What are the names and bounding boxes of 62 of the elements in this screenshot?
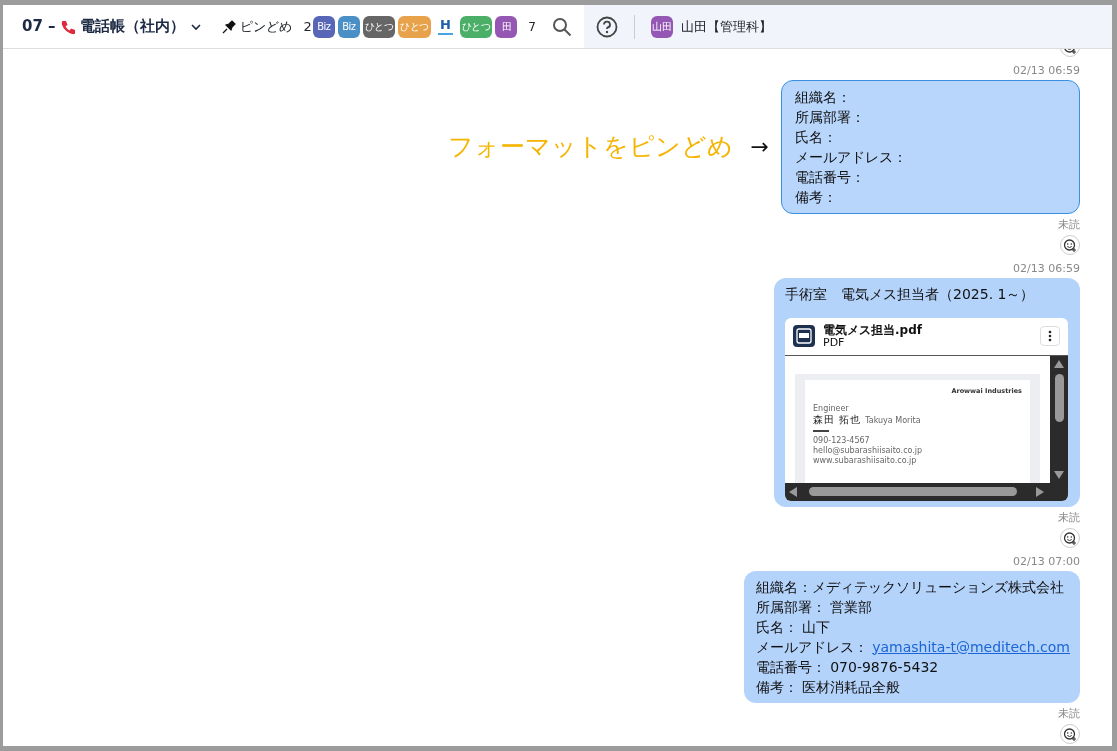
scrollbar-thumb[interactable] [809,487,1017,496]
search-icon [551,16,572,37]
message-line: 手術室 電気メス担当者（2025. 1～） [785,284,1036,304]
message-line: 電話番号： [795,167,866,187]
scrollbar-thumb[interactable] [1054,373,1064,422]
reaction-button[interactable] [1060,235,1080,255]
help-button[interactable] [595,15,618,38]
channel-name: 電話帳（社内） [79,16,185,38]
message-line: 氏名： [795,127,838,147]
read-status: 未読 [1058,509,1080,526]
smiley-icon [1063,238,1077,252]
role-text: Engineer [813,403,850,414]
timestamp: 02/13 06:59 [1013,261,1080,277]
message-line: 備考： 医材消耗品全般 [755,677,902,697]
read-status: 未読 [1058,216,1080,233]
email-text: hello@subarashiisaito.co.jp [813,445,924,456]
pin-icon [221,19,236,34]
down-arrow-icon [1054,470,1064,479]
message-line: メールアドレス： [755,638,869,655]
left-arrow-icon [789,486,797,497]
reaction-button[interactable] [1060,528,1080,548]
message-line: 氏名： 山下 [755,617,832,637]
member-avatar[interactable]: Biz [337,15,360,38]
message-line: 組織名：メディテックソリューションズ株式会社 [755,577,1065,597]
message-line: 所属部署： 営業部 [755,597,874,617]
read-status: 未読 [1058,705,1080,722]
more-options-button[interactable] [1040,326,1060,346]
pdf-file-icon [793,325,815,347]
arrow-text: → [750,133,769,161]
timestamp: 02/13 07:00 [1013,554,1080,570]
file-name: 電気メス担当.pdf [823,323,922,337]
message-line: 所属部署： [795,107,866,127]
member-avatar[interactable]: ひとつ [362,15,396,38]
member-avatar[interactable]: Biz [312,15,335,38]
member-avatar[interactable]: ひとつ [459,15,493,38]
person-name-latin: Takuya Morita [865,415,921,426]
smiley-icon [1063,727,1077,741]
website-text: www.subarashiisaito.co.jp [813,455,918,466]
file-type: PDF [823,336,845,349]
timestamp: 02/13 06:59 [1013,63,1080,79]
phone-icon [59,18,76,35]
up-arrow-icon [1054,359,1064,368]
phone-text: 090-123-4567 [813,435,871,446]
right-arrow-icon [1036,486,1044,497]
user-menu-button[interactable]: 山田 山田【管理科】 [650,15,772,38]
member-avatar[interactable]: 田 [495,15,518,38]
pin-button[interactable]: ピンどめ 2 [220,15,313,38]
message-line: 備考： [795,187,838,207]
email-link[interactable]: yamashita-t@meditech.com [872,638,1070,655]
help-icon [595,15,618,38]
message-line: 電話番号： 070-9876-5432 [755,657,940,677]
person-name: 森田 拓也 [813,413,862,426]
smiley-icon [1063,531,1077,545]
annotation-text: フォーマットをピンどめ [447,130,733,163]
message-line: メールアドレス： [795,147,908,167]
message-line: 組織名： [795,87,852,107]
search-button[interactable] [551,16,572,37]
channel-title-button[interactable]: 07 – 電話帳（社内） [22,15,203,38]
channel-number: 07 – [22,16,56,38]
member-count: 7 [528,18,536,36]
reaction-button[interactable] [1060,724,1080,744]
kebab-icon [1048,330,1052,342]
